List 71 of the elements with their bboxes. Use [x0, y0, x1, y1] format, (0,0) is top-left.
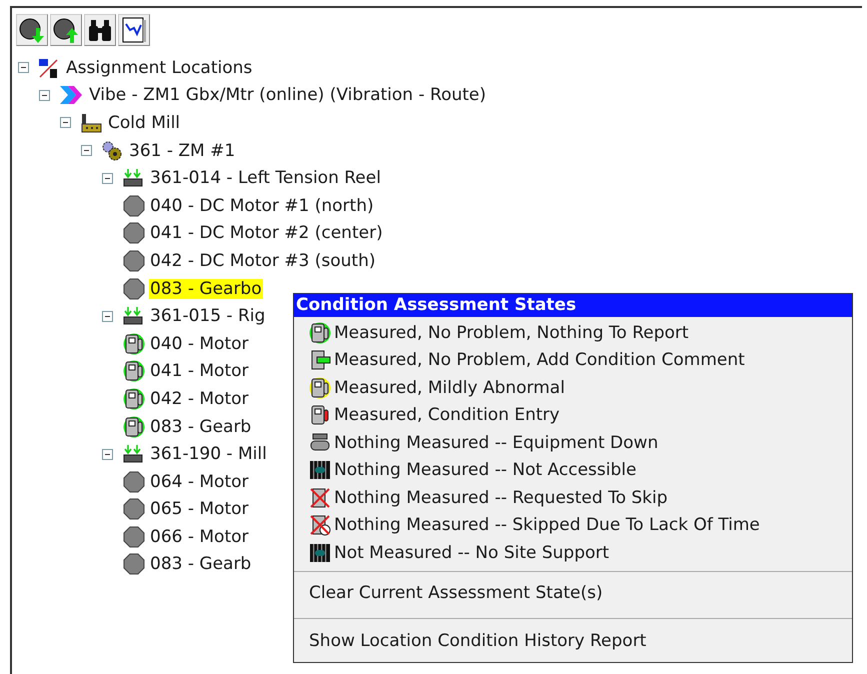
tree-item[interactable]: 042 - Motor: [149, 388, 250, 409]
download-icon: [18, 16, 46, 44]
octagon-icon: [123, 498, 145, 520]
collapse-toggle[interactable]: [18, 62, 29, 74]
octagon-icon: [123, 222, 145, 244]
menu-item[interactable]: Not Measured -- No Site Support: [294, 539, 852, 566]
tree-item[interactable]: Assignment Locations: [65, 58, 254, 78]
measured-icon: [309, 322, 331, 344]
tree-item[interactable]: 041 - DC Motor #2 (center): [149, 223, 384, 244]
machine-base-icon: [121, 443, 145, 466]
menu-item[interactable]: Nothing Measured -- Equipment Down: [294, 429, 852, 456]
menu-item[interactable]: Nothing Measured -- Skipped Due To Lack Of Time: [294, 512, 852, 539]
collapse-toggle[interactable]: [102, 448, 113, 460]
tree-item[interactable]: 065 - Motor: [149, 499, 250, 520]
menu-item[interactable]: Show Location Condition History Report: [294, 619, 852, 662]
measured-icon: [123, 388, 145, 410]
factory-icon: [79, 112, 103, 134]
tree-item[interactable]: Cold Mill: [107, 112, 182, 133]
menu-item[interactable]: Measured, Mildly Abnormal: [294, 374, 852, 402]
tree-item[interactable]: 361-015 - Rig: [149, 306, 266, 326]
tree-item[interactable]: 083 - Gearb: [149, 416, 252, 437]
menu-item[interactable]: Nothing Measured -- Requested To Skip: [294, 484, 852, 512]
skip-icon: [309, 486, 331, 509]
condition-entry-icon: [309, 404, 331, 426]
tree-item[interactable]: 361-014 - Left Tension Reel: [149, 168, 382, 188]
measured-icon: [123, 416, 145, 438]
tree-item[interactable]: 361 - ZM #1: [128, 140, 236, 161]
tree-item[interactable]: 083 - Gearb: [149, 554, 252, 574]
octagon-icon: [123, 194, 145, 217]
upload-icon: [52, 16, 80, 44]
collapse-toggle[interactable]: [102, 310, 113, 322]
tree-item[interactable]: 064 - Motor: [149, 472, 250, 492]
octagon-icon: [123, 553, 145, 576]
comment-icon: [309, 349, 331, 372]
toolbar-button[interactable]: [50, 14, 82, 46]
octagon-icon: [123, 278, 145, 300]
collapse-toggle[interactable]: [81, 145, 92, 156]
measured-icon: [123, 332, 145, 355]
machine-base-icon: [121, 167, 145, 190]
tree-item[interactable]: 041 - Motor: [149, 361, 250, 382]
machine-base-icon: [121, 305, 145, 328]
gears-icon: [100, 140, 124, 162]
menu-item[interactable]: Measured, No Problem, Nothing To Report: [294, 319, 852, 346]
tree-item[interactable]: 361-190 - Mill: [149, 444, 268, 464]
octagon-icon: [123, 470, 145, 493]
toolbar-button[interactable]: [84, 14, 116, 46]
collapse-toggle[interactable]: [60, 117, 71, 128]
menu-item[interactable]: Measured, No Problem, Add Condition Comment: [294, 346, 852, 374]
measured-icon: [123, 360, 145, 382]
toolbar-button[interactable]: [16, 14, 48, 46]
tree-item[interactable]: Vibe - ZM1 Gbx/Mtr (online) (Vibration - Route): [88, 85, 488, 106]
menu-title: Condition Assessment States: [294, 294, 852, 317]
toolbar-button[interactable]: [118, 14, 150, 46]
tree-item[interactable]: 066 - Motor: [149, 526, 250, 547]
octagon-icon: [123, 250, 145, 272]
menu-item[interactable]: Clear Current Assessment State(s): [294, 571, 852, 614]
tree-item[interactable]: 083 - Gearbo: [149, 278, 263, 299]
grate-icon: [309, 459, 331, 482]
tree-item[interactable]: 040 - DC Motor #1 (north): [149, 196, 375, 216]
menu-item[interactable]: Nothing Measured -- Not Accessible: [294, 456, 852, 484]
skip-clock-icon: [309, 514, 331, 536]
tree-item[interactable]: 042 - DC Motor #3 (south): [149, 250, 376, 271]
abnormal-icon: [309, 376, 331, 399]
grate-icon: [309, 542, 331, 564]
chevron-icon: [58, 84, 84, 106]
tree-item[interactable]: 040 - Motor: [149, 334, 250, 354]
menu-item[interactable]: Measured, Condition Entry: [294, 402, 852, 429]
collapse-toggle[interactable]: [39, 90, 50, 101]
collapse-toggle[interactable]: [102, 172, 113, 184]
chart-document-icon: [120, 16, 148, 44]
octagon-icon: [123, 526, 145, 548]
